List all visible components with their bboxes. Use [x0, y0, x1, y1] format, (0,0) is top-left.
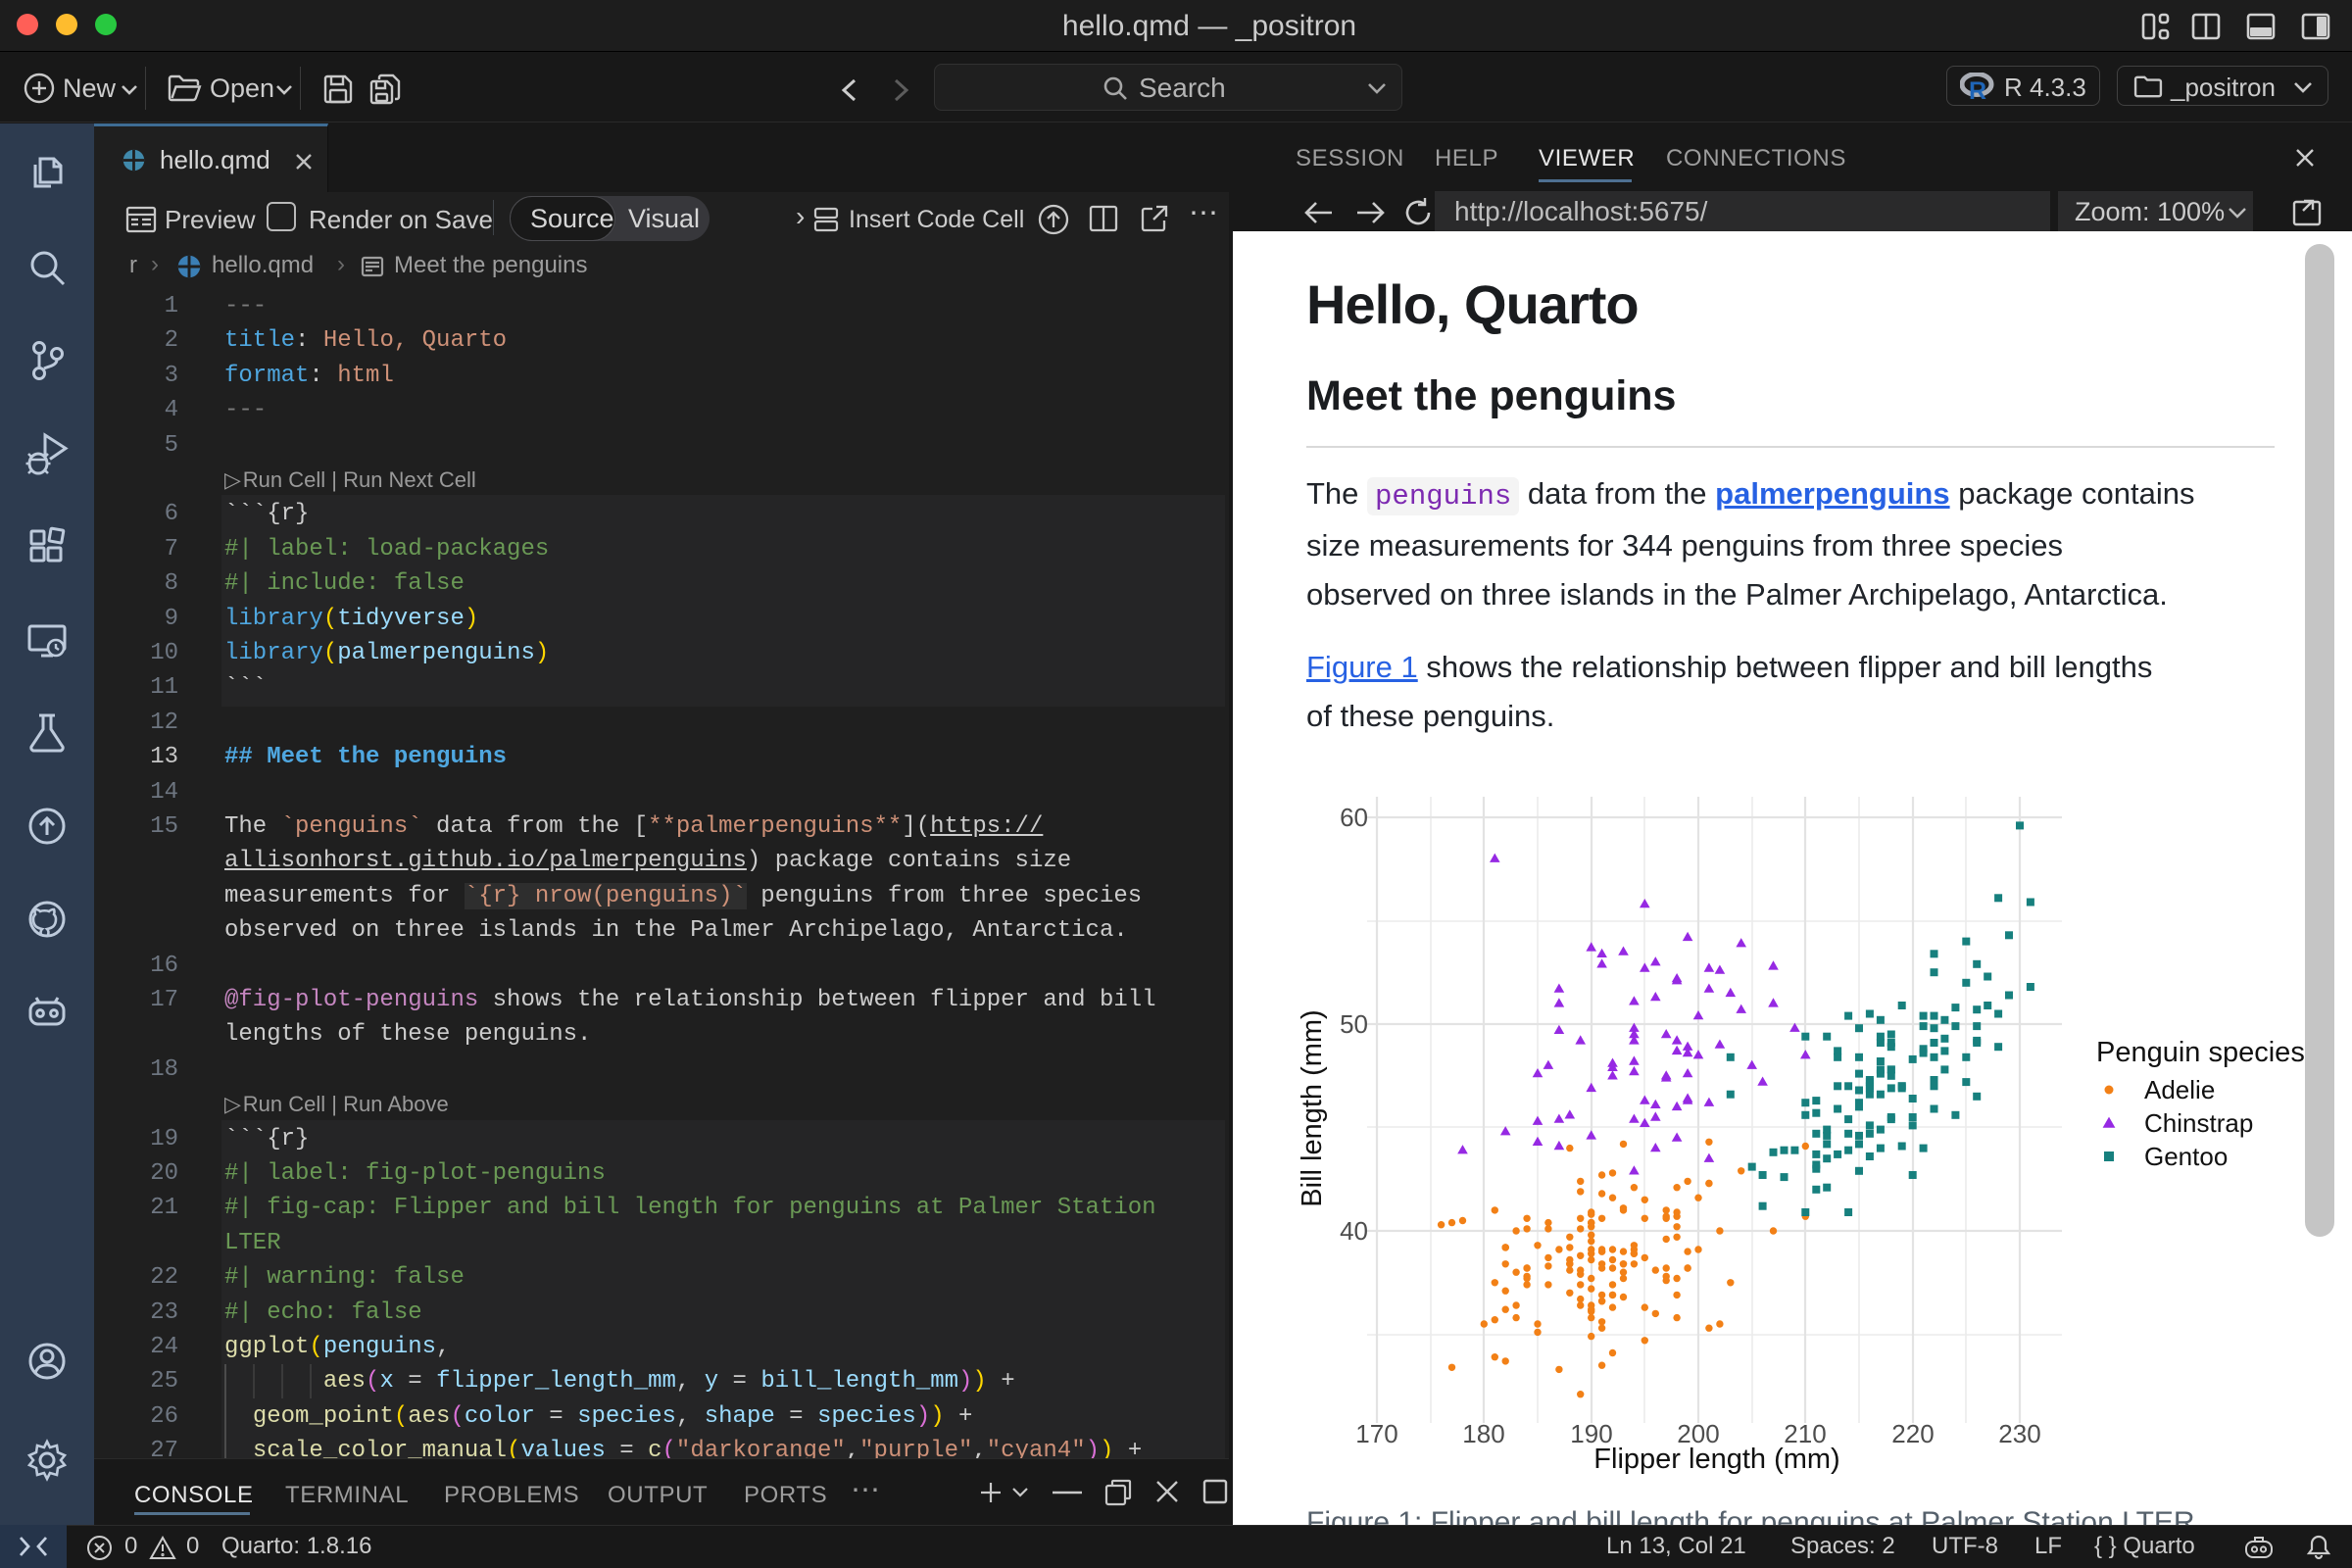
svg-text:Gentoo: Gentoo	[2144, 1142, 2228, 1171]
svg-text:Bill length (mm): Bill length (mm)	[1297, 1009, 1328, 1206]
svg-text:170: 170	[1355, 1419, 1397, 1448]
svg-text:R: R	[1969, 77, 1986, 102]
svg-text:Chinstrap: Chinstrap	[2144, 1108, 2253, 1138]
svg-text:220: 220	[1891, 1419, 1934, 1448]
svg-text:230: 230	[1998, 1419, 2040, 1448]
svg-text:60: 60	[1340, 803, 1368, 832]
svg-text:40: 40	[1340, 1216, 1368, 1246]
svg-text:Figure 1: Flipper and bill len: Figure 1: Flipper and bill length for pe…	[1306, 1506, 2195, 1525]
svg-text:50: 50	[1340, 1009, 1368, 1039]
svg-text:Penguin species: Penguin species	[2096, 1037, 2305, 1068]
svg-text:Flipper length (mm): Flipper length (mm)	[1593, 1444, 1839, 1475]
svg-text:Adelie: Adelie	[2144, 1075, 2215, 1104]
svg-text:180: 180	[1462, 1419, 1504, 1448]
